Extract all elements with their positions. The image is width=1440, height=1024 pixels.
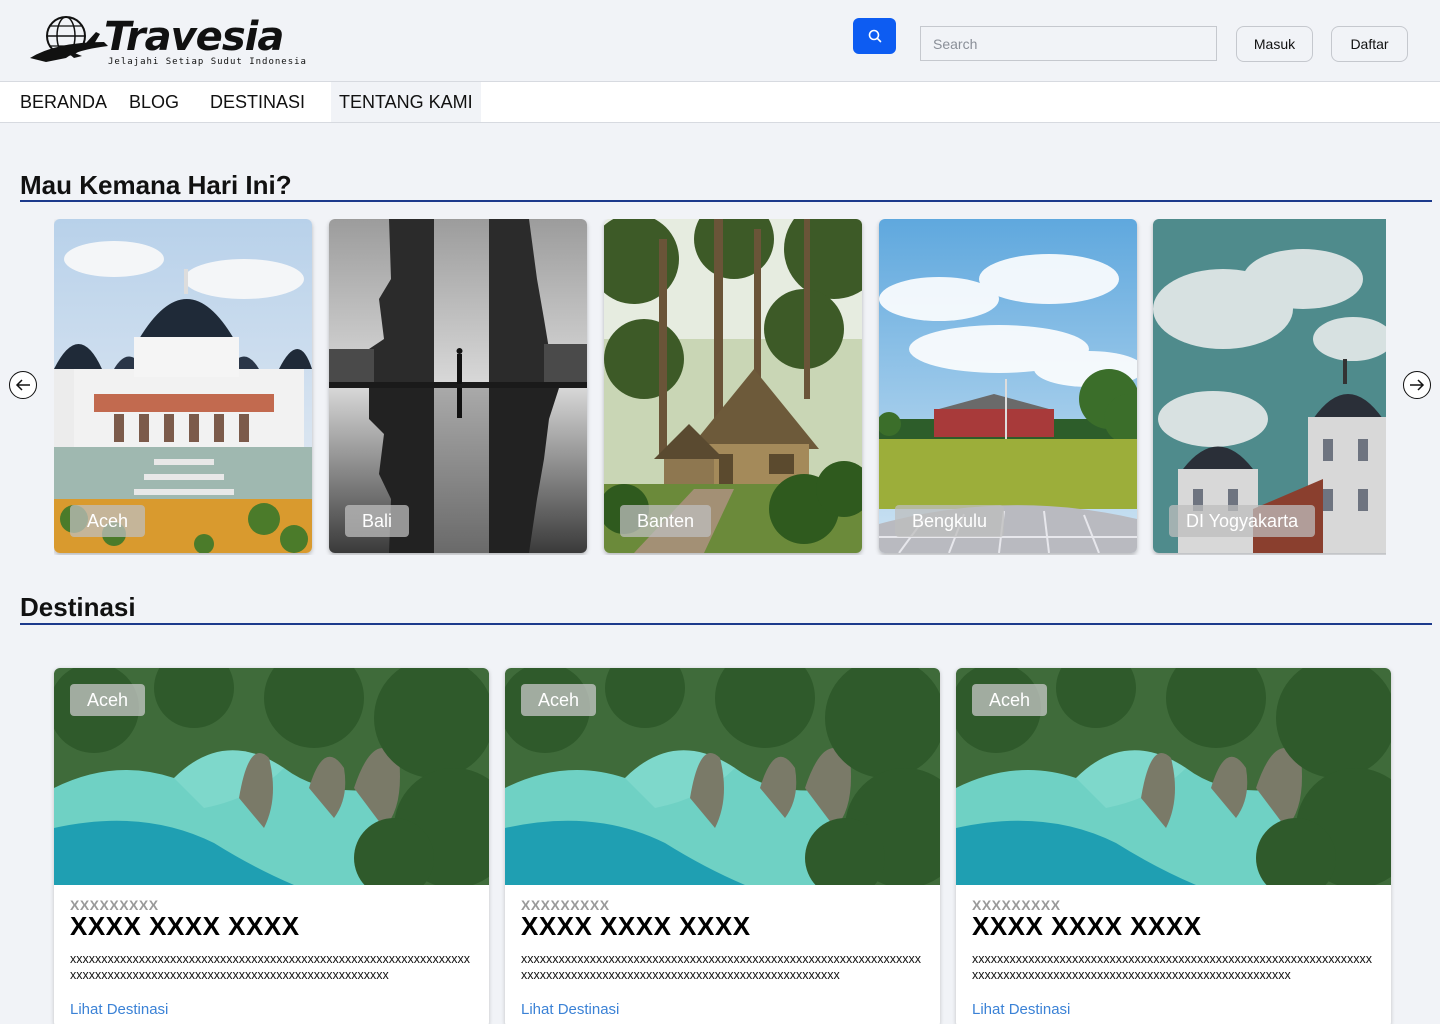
destination-description: xxxxxxxxxxxxxxxxxxxxxxxxxxxxxxxxxxxxxxxx… [70,952,470,982]
brand-tagline: Jelajahi Setiap Sudut Indonesia [108,57,307,67]
aceh-mosque-image [54,219,312,553]
province-label: Bengkulu [895,505,1005,537]
globe-airplane-icon [30,16,108,62]
destination-card[interactable]: Aceh XXXXXXXXX XXXX XXXX XXXX xxxxxxxxxx… [54,668,489,1024]
brand-logo[interactable]: Travesia Jelajahi Setiap Sudut Indonesia [26,12,306,70]
view-destination-link[interactable]: Lihat Destinasi [972,1001,1070,1018]
province-label: Banten [620,505,712,537]
banten-village-image [604,219,862,553]
top-header: Travesia Jelajahi Setiap Sudut Indonesia… [0,0,1440,82]
bengkulu-field-image [879,219,1137,553]
province-card-aceh[interactable]: Aceh [54,219,312,553]
nav-item-beranda[interactable]: BERANDA [12,82,116,122]
bali-gate-image [329,219,587,553]
section-divider [20,623,1432,625]
destination-title: XXXX XXXX XXXX [70,911,300,941]
province-card-bengkulu[interactable]: Bengkulu [879,219,1137,553]
nav-item-tentang-kami[interactable]: TENTANG KAMI [331,82,481,122]
destination-province-badge: Aceh [972,684,1048,716]
view-destination-link[interactable]: Lihat Destinasi [70,1001,168,1018]
destination-title: XXXX XXXX XXXX [972,911,1202,941]
nav-item-destinasi[interactable]: DESTINASI [202,82,314,122]
province-carousel: Aceh Bali Banten Bengkulu DI Yogyakarta [54,219,1386,555]
arrow-left-circle-icon [15,379,30,391]
main-nav: BERANDA BLOG DESTINASI TENTANG KAMI [0,82,1440,123]
view-destination-link[interactable]: Lihat Destinasi [521,1001,619,1018]
section-divider [20,200,1432,202]
yogyakarta-building-image [1153,219,1386,553]
carousel-prev-button[interactable] [9,371,37,399]
destinations-section-title: Destinasi [20,592,136,622]
register-button[interactable]: Daftar [1331,26,1408,62]
search-input[interactable] [920,26,1217,61]
carousel-next-button[interactable] [1403,371,1431,399]
arrow-right-circle-icon [1410,379,1425,391]
province-card-banten[interactable]: Banten [604,219,862,553]
destination-card[interactable]: Aceh XXXXXXXXX XXXX XXXX XXXX xxxxxxxxxx… [505,668,940,1024]
destination-title: XXXX XXXX XXXX [521,911,751,941]
destination-card[interactable]: Aceh XXXXXXXXX XXXX XXXX XXXX xxxxxxxxxx… [956,668,1391,1024]
destination-province-badge: Aceh [70,684,146,716]
search-button[interactable] [853,18,896,54]
province-card-di-yogyakarta[interactable]: DI Yogyakarta [1153,219,1386,553]
province-label: DI Yogyakarta [1169,505,1316,537]
nav-item-blog[interactable]: BLOG [121,82,188,122]
province-card-bali[interactable]: Bali [329,219,587,553]
province-label: Bali [345,505,410,537]
provinces-section-title: Mau Kemana Hari Ini? [20,170,292,200]
province-label: Aceh [70,505,146,537]
destination-province-badge: Aceh [521,684,597,716]
search-icon [868,29,881,43]
login-button[interactable]: Masuk [1236,26,1313,62]
destination-description: xxxxxxxxxxxxxxxxxxxxxxxxxxxxxxxxxxxxxxxx… [521,952,921,982]
destination-description: xxxxxxxxxxxxxxxxxxxxxxxxxxxxxxxxxxxxxxxx… [972,952,1372,982]
brand-name: Travesia [104,14,284,60]
